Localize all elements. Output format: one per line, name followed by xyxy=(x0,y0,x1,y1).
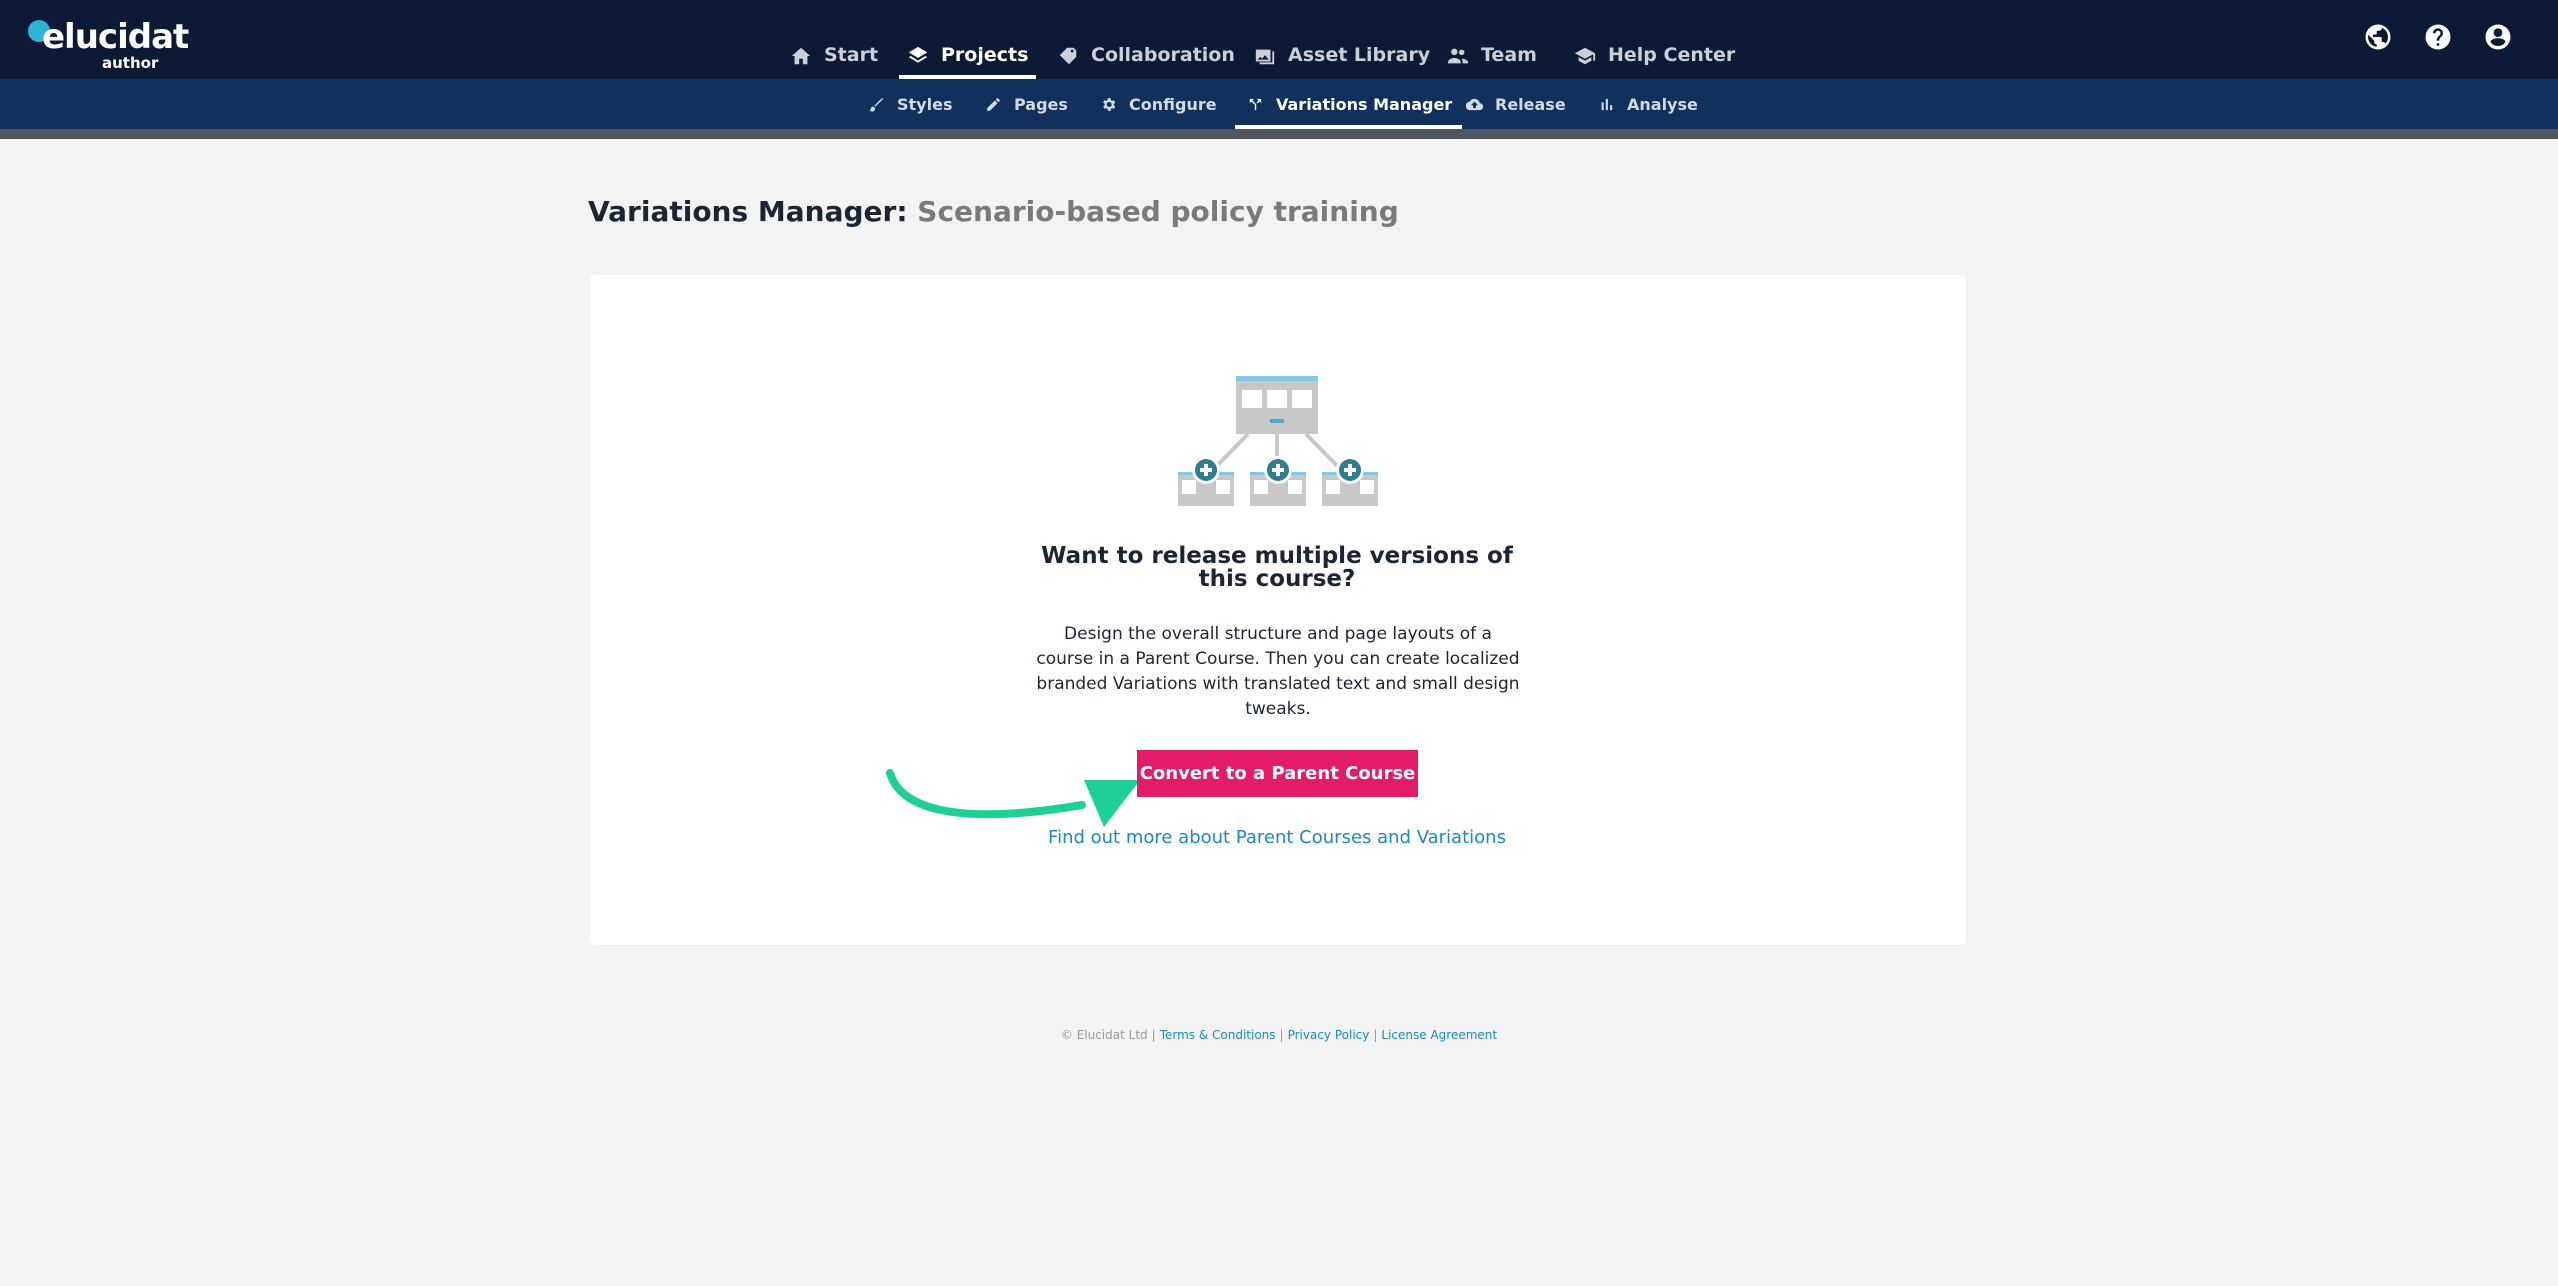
footer: © Elucidat Ltd | Terms & Conditions | Privac… xyxy=(1000,1028,1558,1042)
tag-icon xyxy=(1059,47,1077,65)
subnav-styles[interactable]: Styles xyxy=(868,79,952,129)
nav-team-label: Team xyxy=(1481,44,1537,66)
nav-collaboration-label: Collaboration xyxy=(1091,44,1235,66)
subnav-variations-manager-label: Variations Manager xyxy=(1276,94,1453,114)
logo-text: elucidat xyxy=(42,17,189,57)
nav-projects[interactable]: Projects xyxy=(898,34,1037,79)
subnav-styles-label: Styles xyxy=(897,94,953,114)
subnav-pages[interactable]: Pages xyxy=(985,79,1068,129)
subnav-release[interactable]: Release xyxy=(1466,79,1566,129)
cloud-upload-icon xyxy=(1466,98,1483,110)
elucidat-logo[interactable]: elucidat author xyxy=(26,16,189,71)
nav-team[interactable]: Team xyxy=(1447,34,1537,78)
page-title-prefix: Variations Manager: xyxy=(588,195,908,228)
footer-separator: | xyxy=(1373,1028,1378,1042)
subnav-release-label: Release xyxy=(1495,94,1566,114)
globe-icon xyxy=(2365,24,2391,50)
graduation-cap-icon xyxy=(1574,47,1596,65)
footer-separator: | xyxy=(1279,1028,1284,1042)
bar-chart-icon xyxy=(1601,98,1613,110)
images-icon xyxy=(1255,49,1275,65)
nav-asset-library-label: Asset Library xyxy=(1288,44,1431,66)
account-button[interactable] xyxy=(2483,22,2513,52)
footer-terms-link[interactable]: Terms & Conditions xyxy=(1160,1028,1276,1042)
footer-license-link[interactable]: License Agreement xyxy=(1381,1028,1497,1042)
layers-icon xyxy=(908,46,928,63)
subnav-analyse-label: Analyse xyxy=(1627,94,1698,114)
nav-help-center-label: Help Center xyxy=(1608,44,1736,66)
convert-to-parent-course-button[interactable]: Convert to a Parent Course xyxy=(1137,750,1418,797)
subnav-analyse[interactable]: Analyse xyxy=(1598,79,1698,129)
nav-start[interactable]: Start xyxy=(790,34,878,78)
logo-subtext: author xyxy=(102,54,159,72)
gear-icon xyxy=(1103,97,1116,111)
language-button[interactable] xyxy=(2363,22,2393,52)
nav-projects-label: Projects xyxy=(941,44,1029,66)
help-icon xyxy=(2425,24,2451,50)
nav-collaboration[interactable]: Collaboration xyxy=(1057,34,1235,78)
empty-state-headline: Want to release multiple versions of thi… xyxy=(1041,543,1513,592)
page-title: Variations Manager: Scenario-based polic… xyxy=(588,195,1399,228)
parent-course-variations-illustration xyxy=(1178,376,1378,506)
empty-state-description: Design the overall structure and page la… xyxy=(1036,624,1520,719)
pointer-arrow-illustration xyxy=(886,769,1140,827)
sub-navigation-divider xyxy=(0,129,2558,139)
home-icon xyxy=(791,47,811,65)
subnav-configure[interactable]: Configure xyxy=(1100,79,1217,129)
subnav-configure-label: Configure xyxy=(1129,94,1217,114)
course-name: Scenario-based policy training xyxy=(917,195,1399,228)
fork-icon xyxy=(1249,98,1262,110)
footer-privacy-link[interactable]: Privacy Policy xyxy=(1288,1028,1370,1042)
brush-icon xyxy=(869,97,883,112)
subnav-pages-label: Pages xyxy=(1014,94,1068,114)
team-icon xyxy=(1447,48,1469,64)
account-icon xyxy=(2485,24,2511,50)
help-button[interactable] xyxy=(2423,22,2453,52)
nav-asset-library[interactable]: Asset Library xyxy=(1254,34,1430,78)
nav-help-center[interactable]: Help Center xyxy=(1574,34,1735,78)
subnav-variations-manager[interactable]: Variations Manager xyxy=(1234,79,1463,129)
nav-start-label: Start xyxy=(824,44,879,66)
footer-separator: | xyxy=(1151,1028,1156,1042)
footer-copyright: © Elucidat Ltd xyxy=(1060,1028,1148,1042)
learn-more-link[interactable]: Find out more about Parent Courses and V… xyxy=(1022,827,1532,848)
pencil-icon xyxy=(987,97,1000,111)
